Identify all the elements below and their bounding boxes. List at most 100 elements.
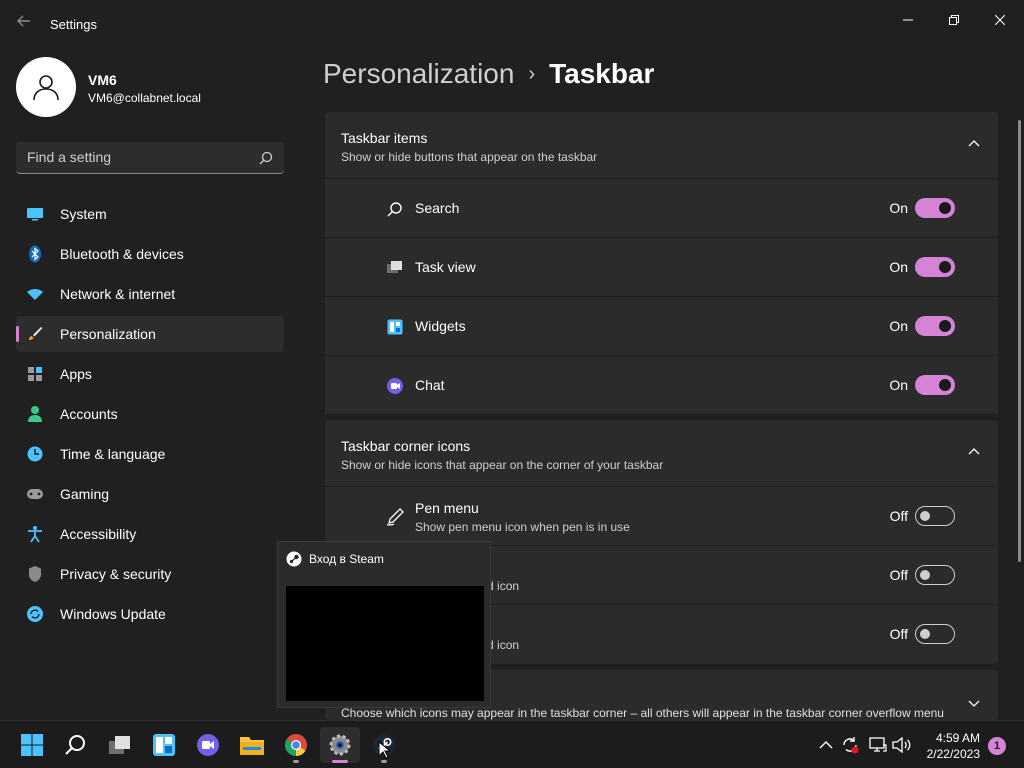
- row-label: Search: [415, 200, 460, 216]
- taskbar: 4:59 AM 2/22/2023 1: [0, 720, 1024, 768]
- steam-window-thumbnail[interactable]: [286, 586, 484, 701]
- accounts-icon: [26, 405, 44, 423]
- wifi-icon: [26, 285, 44, 303]
- sidebar-item-label: Gaming: [60, 486, 110, 502]
- chevron-down-icon[interactable]: [968, 697, 980, 709]
- pen-icon: [385, 507, 405, 527]
- clock-time: 4:59 AM: [935, 731, 980, 745]
- notification-badge[interactable]: 1: [988, 737, 1006, 755]
- active-indicator: [332, 760, 348, 763]
- update-icon: [26, 605, 44, 623]
- mouse-cursor-icon: [378, 741, 390, 759]
- sidebar-item-accessibility[interactable]: Accessibility: [16, 516, 284, 552]
- sidebar-item-privacy[interactable]: Privacy & security: [16, 556, 284, 592]
- task-view-icon: [109, 736, 130, 754]
- scrollbar[interactable]: [1018, 120, 1021, 562]
- sidebar-item-time-language[interactable]: Time & language: [16, 436, 284, 472]
- sidebar-item-personalization[interactable]: Personalization: [16, 316, 284, 352]
- row-description: Show pen menu icon when pen is in use: [415, 520, 630, 534]
- search-toggle[interactable]: [915, 198, 955, 218]
- task-view-button[interactable]: [100, 727, 140, 763]
- steam-popup-title: Вход в Steam: [309, 552, 384, 566]
- chevron-up-icon[interactable]: [968, 138, 980, 150]
- card-subtitle: Show or hide buttons that appear on the …: [341, 150, 598, 164]
- overflow-subtitle: Choose which icons may appear in the tas…: [341, 706, 944, 720]
- widgets-toggle[interactable]: [915, 316, 955, 336]
- sidebar-item-windows-update[interactable]: Windows Update: [16, 596, 284, 632]
- page-title: Taskbar: [549, 58, 655, 89]
- sidebar-item-network[interactable]: Network & internet: [16, 276, 284, 312]
- back-arrow-icon[interactable]: [12, 12, 36, 36]
- apps-icon: [26, 365, 44, 383]
- sidebar-item-system[interactable]: System: [16, 196, 284, 232]
- taskbar-search-button[interactable]: [56, 727, 96, 763]
- toggle-state-label: On: [889, 259, 908, 275]
- close-button[interactable]: [977, 4, 1023, 36]
- toggle-state-label: Off: [889, 508, 908, 524]
- start-button[interactable]: [12, 727, 52, 763]
- taskbar-item-widgets: Widgets On: [325, 296, 998, 355]
- card-title: Taskbar items: [341, 130, 428, 146]
- network-tray-button[interactable]: [868, 735, 888, 755]
- steam-preview-popup[interactable]: Вход в Steam: [277, 541, 491, 708]
- breadcrumb-separator: ›: [528, 62, 536, 85]
- user-icon: [33, 75, 59, 101]
- pen-menu-toggle[interactable]: [915, 506, 955, 526]
- chevron-up-icon: [819, 741, 833, 749]
- file-explorer-button[interactable]: [232, 727, 272, 763]
- sidebar-item-apps[interactable]: Apps: [16, 356, 284, 392]
- avatar[interactable]: [16, 57, 76, 117]
- breadcrumb-parent[interactable]: Personalization: [323, 58, 514, 90]
- settings-taskbar-button[interactable]: [320, 727, 360, 763]
- search-icon: [65, 735, 85, 755]
- folder-icon: [240, 737, 264, 755]
- gear-icon: [329, 734, 351, 756]
- chrome-button[interactable]: [276, 727, 316, 763]
- title-bar: Settings: [0, 0, 1024, 48]
- sidebar-item-gaming[interactable]: Gaming: [16, 476, 284, 512]
- chevron-up-icon[interactable]: [968, 446, 980, 458]
- row-label: Task view: [415, 259, 476, 275]
- windows-logo-icon: [21, 734, 43, 756]
- task-view-toggle[interactable]: [915, 257, 955, 277]
- chat-button[interactable]: [188, 727, 228, 763]
- sidebar-item-label: System: [60, 206, 107, 222]
- running-indicator: [293, 760, 299, 763]
- sync-status-button[interactable]: [840, 735, 860, 755]
- show-hidden-icons-button[interactable]: [816, 735, 836, 755]
- card-title: Taskbar corner icons: [341, 438, 471, 454]
- taskbar-item-search: Search On: [325, 178, 998, 237]
- sidebar-item-accounts[interactable]: Accounts: [16, 396, 284, 432]
- chat-icon: [197, 734, 219, 756]
- user-name: VM6: [88, 72, 117, 88]
- sidebar-item-bluetooth[interactable]: Bluetooth & devices: [16, 236, 284, 272]
- steam-icon: [286, 551, 302, 567]
- breadcrumb: Personalization › Taskbar: [323, 58, 654, 90]
- sidebar-nav: System Bluetooth & devices Network & int…: [16, 196, 284, 636]
- search-input[interactable]: [27, 149, 247, 165]
- brush-icon: [26, 325, 44, 343]
- task-view-icon: [385, 258, 405, 278]
- touch-keyboard-toggle[interactable]: [915, 565, 955, 585]
- volume-tray-button[interactable]: [892, 735, 912, 755]
- toggle-state-label: On: [889, 318, 908, 334]
- settings-search[interactable]: [16, 142, 284, 174]
- sync-icon: [843, 737, 859, 754]
- maximize-button[interactable]: [931, 4, 977, 36]
- toggle-state-label: Off: [889, 626, 908, 642]
- chat-toggle[interactable]: [915, 375, 955, 395]
- volume-icon: [892, 737, 911, 753]
- widgets-icon: [385, 317, 405, 337]
- minimize-button[interactable]: [885, 4, 931, 36]
- virtual-touchpad-toggle[interactable]: [915, 624, 955, 644]
- sidebar-item-label: Windows Update: [60, 606, 166, 622]
- sidebar-item-label: Network & internet: [60, 286, 176, 302]
- taskbar-items-header[interactable]: Taskbar items Show or hide buttons that …: [325, 112, 998, 178]
- sidebar-item-label: Bluetooth & devices: [60, 246, 184, 262]
- taskbar-clock[interactable]: 4:59 AM 2/22/2023: [920, 730, 980, 762]
- toggle-state-label: On: [889, 377, 908, 393]
- search-icon: [259, 151, 273, 165]
- widgets-button[interactable]: [144, 727, 184, 763]
- system-icon: [26, 205, 44, 223]
- corner-icons-header[interactable]: Taskbar corner icons Show or hide icons …: [325, 420, 998, 486]
